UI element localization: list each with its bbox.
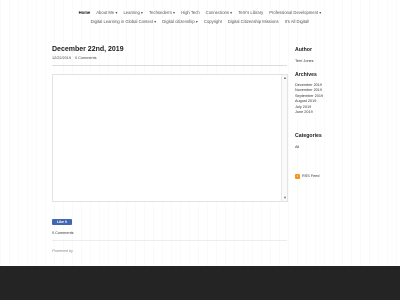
rss-feed-link[interactable]: • RSS Feed (295, 174, 320, 180)
powered-by-logo[interactable]: Powered by (52, 248, 73, 253)
scroll-down-icon[interactable]: ▼ (282, 195, 288, 201)
categories-heading: Categories (295, 133, 322, 139)
archives-list: December 2019 November 2019 September 20… (295, 83, 323, 115)
nav-item-terris-library[interactable]: Terri's Library (235, 8, 266, 17)
main-navigation: Home About Me ▾ Learning ▾ Techsederm ▾ … (0, 8, 400, 26)
nav-item-about-me[interactable]: About Me ▾ (93, 8, 120, 17)
nav-item-home[interactable]: Home (76, 8, 94, 17)
nav-item-digital-learning[interactable]: Digital Learning in Global Context ▾ (88, 17, 160, 26)
post-meta: 12/22/2019 0 Comments (52, 56, 97, 60)
nav-row-1: Home About Me ▾ Learning ▾ Techsederm ▾ … (0, 8, 400, 17)
nav-item-digital-citizenship[interactable]: Digital citizenship ▾ (159, 17, 201, 26)
nav-item-its-all-digital[interactable]: It's All Digital! (282, 17, 313, 26)
nav-item-connections[interactable]: Connections ▾ (203, 8, 236, 17)
nav-row-2: Digital Learning in Global Context ▾ Dig… (0, 17, 400, 26)
author-heading: Author (295, 47, 312, 53)
author-name: Terri Jones (295, 59, 314, 63)
scroll-up-icon[interactable]: ▲ (282, 75, 288, 81)
post-divider (52, 65, 287, 66)
comments-divider (52, 240, 287, 241)
nav-item-learning[interactable]: Learning ▾ (120, 8, 146, 17)
rss-feed-label: RSS Feed (302, 174, 320, 178)
post-date: 12/22/2019 (52, 56, 72, 60)
nav-item-high-tech[interactable]: High Tech (178, 8, 203, 17)
nav-item-professional-development[interactable]: Professional Development ▾ (266, 8, 324, 17)
facebook-like-button[interactable]: Like 0 (52, 219, 72, 225)
post-comments-link[interactable]: 0 Comments (75, 56, 97, 60)
embedded-document-frame[interactable]: ▲ ▼ (52, 74, 288, 202)
category-link-all[interactable]: All (295, 145, 299, 150)
nav-item-citizenship-missions[interactable]: Digital Citizenship Missions (225, 17, 282, 26)
nav-item-copyright[interactable]: Copyright (201, 17, 225, 26)
nav-item-techsederm[interactable]: Techsederm ▾ (146, 8, 178, 17)
archive-link-june-2019[interactable]: June 2019 (295, 110, 323, 115)
embed-scrollbar[interactable]: ▲ ▼ (281, 75, 287, 201)
page-footer (0, 266, 400, 300)
comments-count-link[interactable]: 0 Comments (52, 231, 74, 235)
post-title[interactable]: December 22nd, 2019 (52, 46, 124, 53)
archives-heading: Archives (295, 72, 317, 78)
rss-icon: • (295, 174, 300, 180)
